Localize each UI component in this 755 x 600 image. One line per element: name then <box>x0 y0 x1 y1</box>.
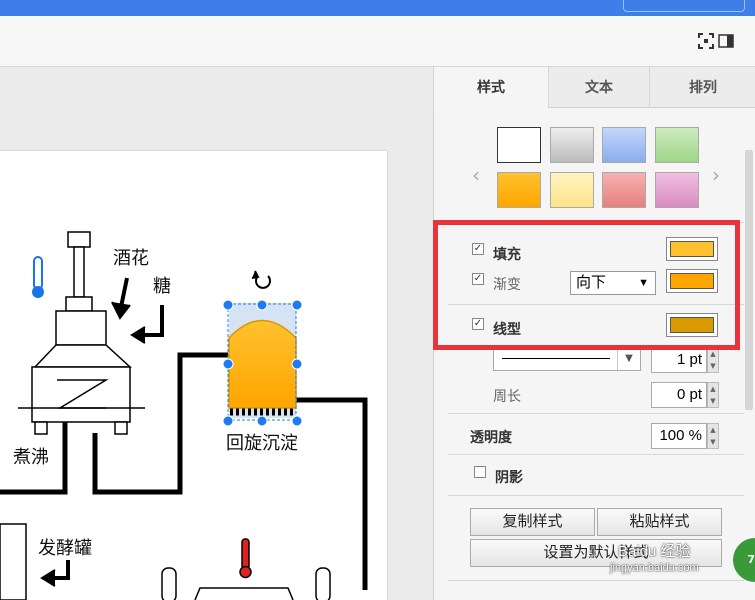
chevron-down-icon: ▼ <box>638 277 649 289</box>
style-swatch[interactable] <box>602 172 646 208</box>
opacity-label: 透明度 <box>470 429 512 445</box>
style-swatch[interactable] <box>497 127 541 163</box>
style-swatch[interactable] <box>497 172 541 208</box>
line-label: 线型 <box>493 321 521 337</box>
style-swatch[interactable] <box>550 172 594 208</box>
chevron-down-icon: ▼ <box>617 348 640 370</box>
gradient-direction-value: 向下 <box>576 274 607 291</box>
tab-style[interactable]: 样式 <box>433 67 548 107</box>
fill-label: 填充 <box>493 246 521 262</box>
gradient-direction-select[interactable]: 向下 ▼ <box>570 271 656 295</box>
divider <box>448 454 744 455</box>
fill-color-picker[interactable] <box>666 237 718 261</box>
line-width-input[interactable]: 1 pt <box>651 347 707 373</box>
fermenter-box <box>0 523 27 600</box>
fill-checkbox[interactable]: ✓ <box>472 243 484 255</box>
line-checkbox[interactable]: ✓ <box>472 318 484 330</box>
perimeter-stepper[interactable]: ▲ ▼ <box>707 382 719 408</box>
opacity-input[interactable]: 100 % <box>651 423 707 449</box>
opacity-stepper[interactable]: ▲ ▼ <box>707 423 719 449</box>
gradient-checkbox[interactable]: ✓ <box>472 273 484 285</box>
divider <box>448 222 744 223</box>
style-swatch[interactable] <box>550 127 594 163</box>
whirlpool-tank <box>228 303 297 418</box>
swatch-prev-icon[interactable]: ‹ <box>472 163 480 187</box>
thermometer-icon <box>239 538 252 579</box>
copy-style-button[interactable]: 复制样式 <box>470 508 595 536</box>
line-pattern-select[interactable]: ▼ <box>493 347 641 371</box>
perimeter-input[interactable]: 0 pt <box>651 382 707 408</box>
divider <box>448 495 744 496</box>
line-width-stepper[interactable]: ▲ ▼ <box>707 347 719 373</box>
shadow-label: 阴影 <box>495 469 523 485</box>
watermark-text: Baidu 经验 <box>618 543 691 560</box>
boil-label: 煮沸 <box>13 447 49 468</box>
format-panel-toggle-icon[interactable] <box>718 33 734 49</box>
rotate-handle-icon <box>251 270 271 289</box>
tab-arrange[interactable]: 排列 <box>649 67 755 108</box>
line-color-picker[interactable] <box>666 313 718 337</box>
style-swatch[interactable] <box>655 127 699 163</box>
diagram-drawing <box>0 231 368 600</box>
divider <box>448 580 744 581</box>
sugar-label: 糖 <box>153 276 171 297</box>
thermometer-icon <box>32 256 44 298</box>
pipe <box>296 397 368 590</box>
gradient-label: 渐变 <box>493 276 521 292</box>
fermenter-label: 发酵罐 <box>38 538 92 559</box>
style-swatch[interactable] <box>655 172 699 208</box>
divider <box>448 413 744 414</box>
watermark-url: jingyan.baidu.com <box>610 562 699 574</box>
gradient-color-picker[interactable] <box>666 269 718 293</box>
whirlpool-label: 回旋沉淀 <box>226 433 298 454</box>
panel-scrollbar[interactable] <box>745 150 753 410</box>
header-button[interactable] <box>623 0 745 12</box>
shadow-checkbox[interactable] <box>474 466 486 478</box>
style-swatch[interactable] <box>602 127 646 163</box>
tab-text[interactable]: 文本 <box>548 67 649 108</box>
hops-label: 酒花 <box>113 248 149 269</box>
fullscreen-icon[interactable] <box>698 33 714 49</box>
perimeter-label: 周长 <box>493 388 521 404</box>
swatch-next-icon[interactable]: › <box>712 163 720 187</box>
divider <box>448 304 744 305</box>
paste-style-button[interactable]: 粘贴样式 <box>597 508 722 536</box>
